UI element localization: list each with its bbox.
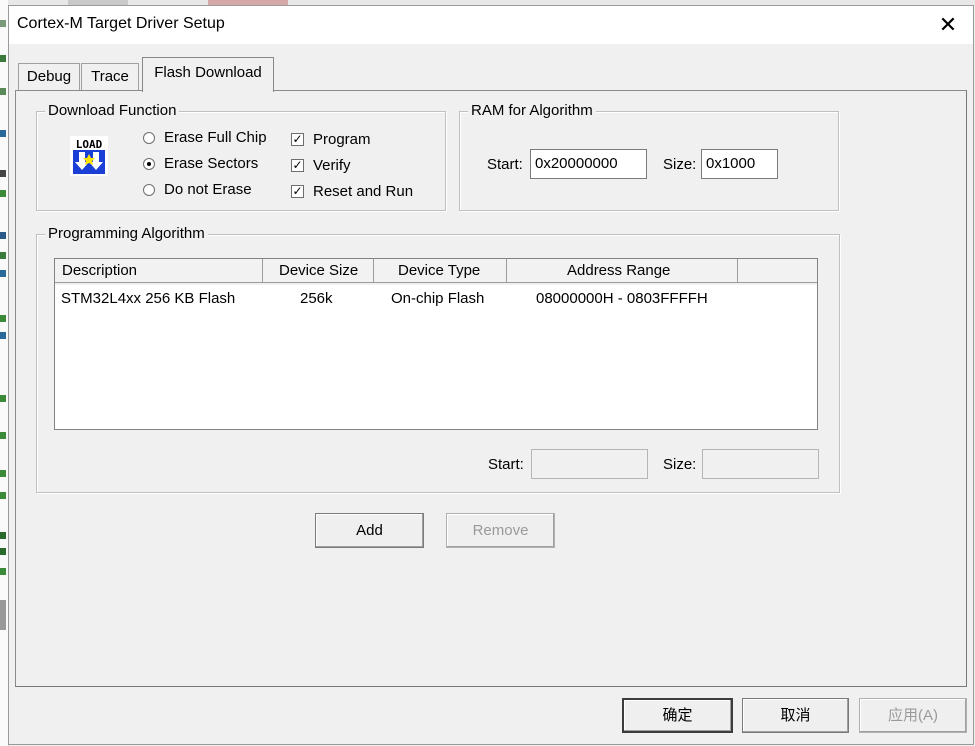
flash-download-panel: Download Function LOAD Erase Full Chip E… [15,90,967,687]
radio-erase-sectors[interactable]: Erase Sectors [143,155,258,172]
checkbox-program[interactable]: ✓ Program [291,131,371,148]
checkbox-verify-box[interactable]: ✓ [291,159,304,172]
row-description: STM32L4xx 256 KB Flash [61,290,236,307]
programming-algorithm-group: Programming Algorithm Description Device… [36,225,840,493]
cancel-button[interactable]: 取消 [742,698,849,733]
radio-erase-full-chip-dot[interactable] [143,131,155,144]
algo-start-input[interactable] [531,449,648,479]
ram-start-input[interactable]: 0x20000000 [530,149,647,179]
column-description[interactable]: Description [55,259,263,283]
checkbox-reset-and-run[interactable]: ✓ Reset and Run [291,183,413,200]
load-icon: LOAD [70,136,108,176]
ram-for-algorithm-label: RAM for Algorithm [468,102,596,119]
column-filler [738,259,817,283]
algo-size-label: Size: [663,456,697,473]
checkbox-program-label: Program [313,131,371,148]
radio-erase-full-chip[interactable]: Erase Full Chip [143,129,267,146]
download-function-label: Download Function [45,102,180,119]
checkbox-verify[interactable]: ✓ Verify [291,157,351,174]
window-title: Cortex-M Target Driver Setup [17,15,225,32]
programming-algorithm-label: Programming Algorithm [45,225,208,242]
row-device-type: On-chip Flash [391,290,485,307]
row-address-range: 08000000H - 0803FFFFH [536,290,708,307]
algorithm-list[interactable]: Description Device Size Device Type Addr… [54,258,818,430]
download-function-group: Download Function LOAD Erase Full Chip E… [36,102,446,211]
ram-size-label: Size: [663,156,697,173]
column-device-type[interactable]: Device Type [374,259,507,283]
radio-do-not-erase-label: Do not Erase [164,181,252,198]
remove-button[interactable]: Remove [446,513,555,548]
column-address-range[interactable]: Address Range [507,259,738,283]
checkbox-program-box[interactable]: ✓ [291,133,304,146]
algo-size-input[interactable] [702,449,819,479]
close-button[interactable]: ✕ [933,11,963,39]
add-button[interactable]: Add [315,513,424,548]
checkbox-reset-and-run-label: Reset and Run [313,183,414,200]
tab-flash-download[interactable]: Flash Download [142,57,274,92]
title-bar: Cortex-M Target Driver Setup ✕ [9,6,973,44]
ram-size-input[interactable]: 0x1000 [701,149,778,179]
apply-button[interactable]: 应用(A) [859,698,967,733]
radio-erase-full-chip-label: Erase Full Chip [164,129,267,146]
checkbox-verify-label: Verify [313,157,351,174]
row-device-size: 256k [300,290,333,307]
column-device-size[interactable]: Device Size [263,259,374,283]
ram-for-algorithm-group: RAM for Algorithm Start: 0x20000000 Size… [459,102,839,211]
algorithm-list-header: Description Device Size Device Type Addr… [55,259,817,285]
checkbox-reset-and-run-box[interactable]: ✓ [291,185,304,198]
tab-debug[interactable]: Debug [18,63,80,90]
radio-do-not-erase-dot[interactable] [143,183,155,196]
radio-erase-sectors-label: Erase Sectors [164,155,259,172]
load-icon-text: LOAD [76,138,103,151]
close-icon: ✕ [938,12,958,37]
algo-start-label: Start: [488,456,524,473]
ram-start-label: Start: [487,156,523,173]
radio-erase-sectors-dot[interactable] [143,157,155,170]
ok-button[interactable]: 确定 [622,698,733,733]
target-driver-setup-dialog: Cortex-M Target Driver Setup ✕ Debug Tra… [8,5,974,745]
tab-trace[interactable]: Trace [81,63,139,90]
radio-do-not-erase[interactable]: Do not Erase [143,181,252,198]
